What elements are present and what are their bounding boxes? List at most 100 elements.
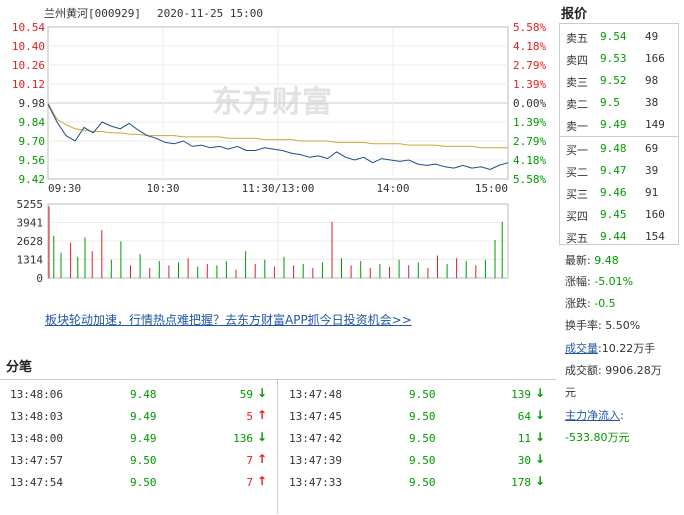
- change-label: 涨跌:: [565, 297, 591, 310]
- order-level-label: 卖五: [566, 32, 588, 45]
- order-level-label: 卖二: [566, 98, 588, 111]
- arrow-down-icon: ↓: [256, 430, 267, 444]
- ask-row: 卖二 9.5 38: [560, 91, 678, 113]
- tick-price: 9.50: [130, 454, 157, 467]
- bid-row: 买二 9.47 39: [560, 159, 678, 181]
- ask-row: 卖四 9.53 166: [560, 47, 678, 69]
- tick-row: 13:47:57 9.50 7 ↑: [0, 448, 277, 470]
- volume-tick-label: 1314: [17, 254, 44, 267]
- tick-row: 13:47:45 9.50 64 ↓: [279, 404, 555, 426]
- price-tick-label: 9.70: [19, 135, 46, 148]
- volume-label-link[interactable]: 成交量: [565, 342, 598, 355]
- order-volume: 154: [645, 230, 665, 243]
- tick-time: 13:47:54: [10, 476, 63, 489]
- arrow-up-icon: ↑: [256, 452, 267, 466]
- bid-row: 买一 9.48 69: [560, 137, 678, 159]
- tick-row: 13:47:54 9.50 7 ↑: [0, 470, 277, 492]
- tick-time: 13:48:03: [10, 410, 63, 423]
- amount-label: 成交额:: [565, 364, 602, 377]
- amount-unit-row: 元: [565, 384, 576, 400]
- order-price: 9.44: [600, 230, 627, 243]
- quote-title: 报价: [561, 7, 588, 22]
- arrow-down-icon: ↓: [534, 430, 545, 444]
- ask-row: 卖五 9.54 49: [560, 25, 678, 47]
- order-level-label: 卖四: [566, 54, 588, 67]
- order-volume: 39: [645, 164, 659, 177]
- change-pct-value: -5.01%: [594, 275, 634, 288]
- change-row: 涨跌: -0.5: [565, 295, 616, 311]
- turnover-label: 换手率:: [565, 319, 602, 332]
- tick-volume: 64: [517, 410, 531, 423]
- order-price: 9.46: [600, 186, 627, 199]
- percent-tick-label: 5.58%: [513, 21, 546, 34]
- tick-price: 9.50: [130, 476, 157, 489]
- order-price: 9.5: [600, 96, 620, 109]
- arrow-down-icon: ↓: [256, 386, 267, 400]
- inflow-label-link[interactable]: 主力净流入: [565, 409, 620, 422]
- order-volume: 49: [645, 30, 659, 43]
- order-price: 9.54: [600, 30, 627, 43]
- order-price: 9.47: [600, 164, 627, 177]
- volume-value: :10.22万手: [598, 342, 656, 355]
- percent-tick-label: 0.00%: [513, 97, 546, 110]
- price-tick-label: 10.40: [12, 40, 45, 53]
- volume-bars: [48, 206, 503, 278]
- percent-tick-label: 1.39%: [513, 78, 546, 91]
- inflow-value: -533.80万元: [565, 431, 630, 444]
- order-price: 9.53: [600, 52, 627, 65]
- price-tick-label: 10.54: [12, 21, 45, 34]
- order-price: 9.52: [600, 74, 627, 87]
- time-tick-label: 14:00: [376, 182, 409, 195]
- order-book: 卖五 9.54 49 卖四 9.53 166 卖三 9.52 98 卖二 9.5 38 卖一 9.49 14…: [559, 23, 679, 245]
- quote-panel: 报价 卖五 9.54 49 卖四 9.53 166 卖三 9.52 98 卖二 9.5 38 卖一 9.4…: [556, 0, 684, 515]
- tick-time: 13:47:48: [289, 388, 342, 401]
- tick-time: 13:48:06: [10, 388, 63, 401]
- order-level-label: 买四: [566, 210, 588, 223]
- volume-row: 成交量:10.22万手: [565, 340, 655, 356]
- order-volume: 149: [645, 118, 665, 131]
- intraday-chart[interactable]: 兰州黄河[000929] 2020-11-25 15:00 东方财富 10.54…: [0, 0, 548, 290]
- order-volume: 38: [645, 96, 659, 109]
- order-volume: 166: [645, 52, 665, 65]
- tick-price: 9.50: [409, 410, 436, 423]
- tick-time: 13:47:33: [289, 476, 342, 489]
- tick-volume: 59: [239, 388, 253, 401]
- tick-volume: 136: [233, 432, 253, 445]
- price-tick-label: 9.84: [19, 116, 46, 129]
- tick-time: 13:48:00: [10, 432, 63, 445]
- tick-price: 9.50: [409, 432, 436, 445]
- tick-volume: 139: [511, 388, 531, 401]
- tick-volume: 7: [246, 476, 253, 489]
- tick-row: 13:47:42 9.50 11 ↓: [279, 426, 555, 448]
- turnover-value: 5.50%: [605, 319, 641, 332]
- tick-row: 13:48:06 9.48 59 ↓: [0, 382, 277, 404]
- tick-price: 9.49: [130, 410, 157, 423]
- tick-time: 13:47:39: [289, 454, 342, 467]
- percent-tick-label: 4.18%: [513, 154, 546, 167]
- ticks-column-left: 13:48:06 9.48 59 ↓ 13:48:03 9.49 5 ↑ 13:48:00 9.4…: [0, 380, 278, 514]
- ticks-column-right: 13:47:48 9.50 139 ↓ 13:47:45 9.50 64 ↓ 13:47:42 9…: [279, 380, 555, 514]
- arrow-down-icon: ↓: [534, 474, 545, 488]
- volume-axis: 5255 3941 2628 1314 0: [17, 198, 44, 285]
- volume-tick-label: 5255: [17, 198, 44, 211]
- chart-datetime: 2020-11-25 15:00: [157, 7, 263, 20]
- latest-label: 最新:: [565, 254, 591, 267]
- tick-row: 13:48:03 9.49 5 ↑: [0, 404, 277, 426]
- ask-row: 卖三 9.52 98: [560, 69, 678, 91]
- promo-link[interactable]: 板块轮动加速，行情热点难把握？去东方财富APP抓今日投资机会>>: [45, 311, 412, 328]
- tick-volume: 30: [517, 454, 531, 467]
- price-tick-label: 10.26: [12, 59, 45, 72]
- ticks-title: 分笔: [6, 360, 33, 375]
- order-price: 9.49: [600, 118, 627, 131]
- order-level-label: 买五: [566, 232, 588, 245]
- tick-row: 13:47:39 9.50 30 ↓: [279, 448, 555, 470]
- price-grid: [47, 26, 509, 180]
- percent-tick-label: 5.58%: [513, 173, 546, 186]
- order-level-label: 卖三: [566, 76, 588, 89]
- price-tick-label: 9.42: [19, 173, 46, 186]
- order-price: 9.48: [600, 142, 627, 155]
- bid-row: 买四 9.45 160: [560, 203, 678, 225]
- order-level-label: 卖一: [566, 120, 588, 133]
- time-tick-label: 15:00: [475, 182, 508, 195]
- order-volume: 91: [645, 186, 659, 199]
